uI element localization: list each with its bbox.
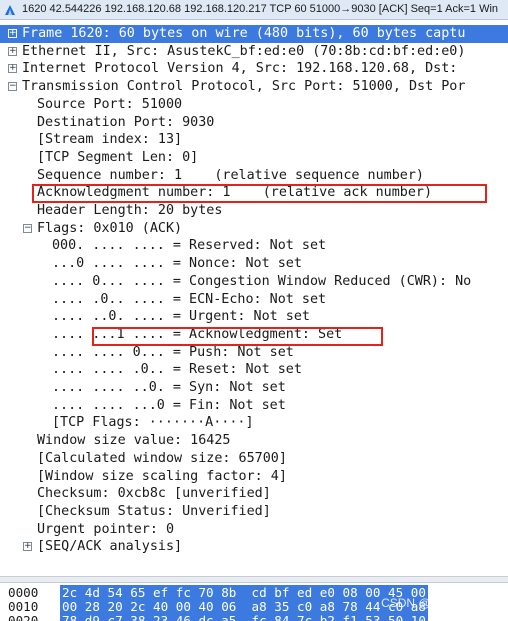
tree-row[interactable]: [Window size scaling factor: 4] bbox=[0, 468, 508, 486]
tree-row[interactable]: .... .... 0... = Push: Not set bbox=[0, 344, 508, 362]
watermark: CSDN @Damon7575 bbox=[381, 596, 496, 610]
expand-icon[interactable]: + bbox=[8, 46, 17, 56]
tree-row[interactable]: ...0 .... .... = Nonce: Not set bbox=[0, 255, 508, 273]
expand-icon[interactable]: + bbox=[8, 29, 17, 38]
wireshark-fin-icon bbox=[5, 5, 15, 15]
expand-icon[interactable]: + bbox=[23, 542, 32, 552]
tree-row-text: [Stream index: 13] bbox=[37, 132, 183, 148]
tree-row[interactable]: Header Length: 20 bytes bbox=[0, 202, 508, 220]
tree-row-text: Urgent pointer: 0 bbox=[37, 521, 175, 537]
tree-row[interactable]: [Calculated window size: 65700] bbox=[0, 450, 508, 468]
tree-row[interactable]: .... 0... .... = Congestion Window Reduc… bbox=[0, 273, 508, 291]
hex-offset: 0020 bbox=[8, 613, 39, 621]
packet-summary-titlebar: 1620 42.544226 192.168.120.68 192.168.12… bbox=[0, 0, 508, 20]
tree-row[interactable]: − Transmission Control Protocol, Src Port… bbox=[0, 78, 508, 96]
tree-row-text: [Calculated window size: 65700] bbox=[37, 450, 287, 466]
tree-row-text: [SEQ/ACK analysis] bbox=[37, 539, 183, 555]
ack-number-highlight bbox=[32, 184, 487, 203]
tree-row[interactable]: + Frame 1620: 60 bytes on wire (480 bits)… bbox=[0, 25, 508, 43]
tree-row[interactable]: .... ..0. .... = Urgent: Not set bbox=[0, 308, 508, 326]
tree-row-text: Window size value: 16425 bbox=[37, 433, 231, 449]
tree-row-text: .... .... ...0 = Fin: Not set bbox=[52, 397, 286, 413]
tree-row-text: .... .0.. .... = ECN-Echo: Not set bbox=[52, 291, 327, 307]
tree-row[interactable]: Checksum: 0xcb8c [unverified] bbox=[0, 485, 508, 503]
tree-row[interactable]: [TCP Flags: ·······A····] bbox=[0, 414, 508, 432]
tree-row[interactable]: .... .... ..0. = Syn: Not set bbox=[0, 379, 508, 397]
tree-row[interactable]: + Internet Protocol Version 4, Src: 192.1… bbox=[0, 60, 508, 78]
tree-row-text: 000. .... .... = Reserved: Not set bbox=[52, 238, 327, 254]
tree-row[interactable]: Urgent pointer: 0 bbox=[0, 521, 508, 539]
tree-row-text: .... ..0. .... = Urgent: Not set bbox=[52, 309, 310, 325]
tree-row-text: [Window size scaling factor: 4] bbox=[37, 468, 287, 484]
hex-row: 0020 78 d9 c7 38 23 46 dc a5 fc 84 7c b2 … bbox=[0, 613, 508, 621]
tree-row-text: [TCP Flags: ·······A····] bbox=[52, 415, 254, 431]
tree-row-text: Source Port: 51000 bbox=[37, 96, 183, 112]
tree-row-text: Header Length: 20 bytes bbox=[37, 203, 223, 218]
tree-row-text: Ethernet II, Src: AsustekC_bf:ed:e0 (70:… bbox=[22, 43, 466, 59]
tree-row[interactable]: .... .0.. .... = ECN-Echo: Not set bbox=[0, 291, 508, 309]
collapse-icon[interactable]: − bbox=[23, 223, 32, 233]
tree-row[interactable]: [Stream index: 13] bbox=[0, 131, 508, 149]
tree-row[interactable]: Source Port: 51000 bbox=[0, 96, 508, 114]
tree-row[interactable]: + Ethernet II, Src: AsustekC_bf:ed:e0 (70… bbox=[0, 43, 508, 61]
tree-row-text: Sequence number: 1 (relative sequence nu… bbox=[37, 167, 424, 183]
expand-icon[interactable]: + bbox=[8, 64, 17, 74]
tree-row-text: [TCP Segment Len: 0] bbox=[37, 149, 199, 165]
tree-row[interactable]: 000. .... .... = Reserved: Not set bbox=[0, 237, 508, 255]
tree-row-text: .... .... 0... = Push: Not set bbox=[52, 344, 294, 360]
collapse-icon[interactable]: − bbox=[8, 82, 17, 92]
tree-row-text: Internet Protocol Version 4, Src: 192.16… bbox=[22, 61, 466, 77]
tree-row[interactable]: [TCP Segment Len: 0] bbox=[0, 149, 508, 167]
tree-row[interactable]: .... .... ...0 = Fin: Not set bbox=[0, 397, 508, 415]
tree-row-text: Checksum: 0xcb8c [unverified] bbox=[37, 486, 271, 502]
tree-row[interactable]: Destination Port: 9030 bbox=[0, 114, 508, 132]
tree-row-text: Transmission Control Protocol, Src Port:… bbox=[22, 79, 466, 95]
hex-offset: 0000 bbox=[8, 585, 39, 600]
tree-row[interactable]: Window size value: 16425 bbox=[0, 432, 508, 450]
tree-row-text: .... .... .0.. = Reset: Not set bbox=[52, 362, 302, 378]
tree-row[interactable]: .... .... .0.. = Reset: Not set bbox=[0, 361, 508, 379]
tree-row-text: .... .... ..0. = Syn: Not set bbox=[52, 380, 286, 395]
tree-row-text: Frame 1620: 60 bytes on wire (480 bits),… bbox=[22, 26, 466, 41]
tree-row-text: Destination Port: 9030 bbox=[37, 114, 215, 130]
tree-row-text: [Checksum Status: Unverified] bbox=[37, 503, 271, 519]
hex-bytes[interactable]: 2c 4d 54 65 ef fc 70 8b cd bf ed e0 08 0… bbox=[60, 585, 428, 600]
tree-row-text: Flags: 0x010 (ACK) bbox=[37, 220, 183, 236]
hex-bytes[interactable]: 00 28 20 2c 40 00 40 06 a8 35 c0 a8 78 4… bbox=[60, 599, 428, 614]
tree-row[interactable]: − Flags: 0x010 (ACK) bbox=[0, 220, 508, 238]
hex-bytes[interactable]: 78 d9 c7 38 23 46 dc a5 fc 84 7c b2 f1 5… bbox=[60, 613, 428, 621]
pane-splitter[interactable] bbox=[0, 576, 508, 583]
tree-row[interactable]: [Checksum Status: Unverified] bbox=[0, 503, 508, 521]
tree-row[interactable]: + [SEQ/ACK analysis] bbox=[0, 538, 508, 556]
tree-row-text: .... 0... .... = Congestion Window Reduc… bbox=[52, 273, 472, 289]
hex-offset: 0010 bbox=[8, 599, 39, 614]
packet-summary-text: 1620 42.544226 192.168.120.68 192.168.12… bbox=[22, 3, 499, 15]
ack-flag-highlight bbox=[92, 327, 383, 346]
tree-row[interactable]: Sequence number: 1 (relative sequence nu… bbox=[0, 167, 508, 185]
tree-row-text: ...0 .... .... = Nonce: Not set bbox=[52, 256, 302, 272]
